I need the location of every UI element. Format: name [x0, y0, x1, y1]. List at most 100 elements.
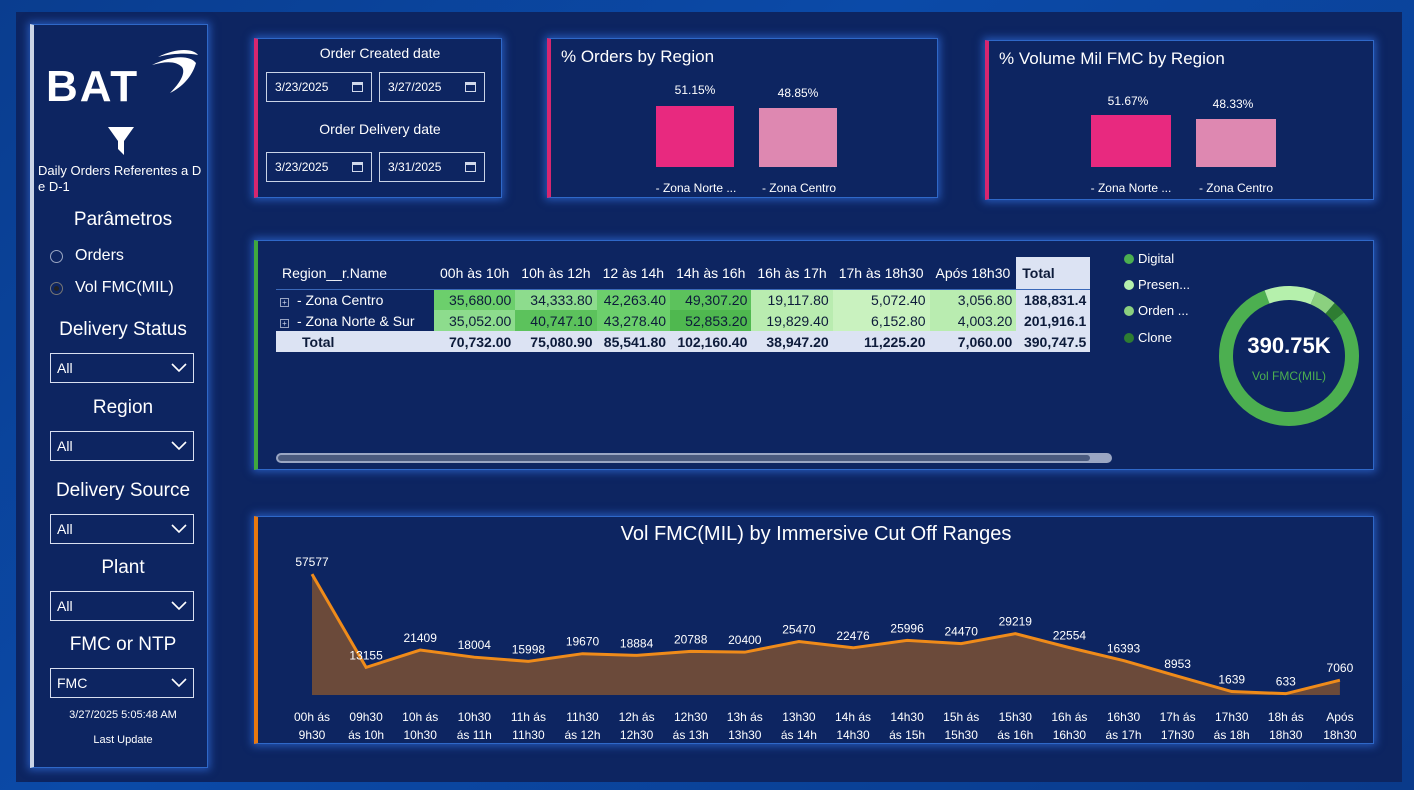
x-tick-label: 11h ás	[511, 710, 546, 724]
column-header[interactable]: 12 às 14h	[596, 257, 671, 290]
x-tick-label: 09h30	[349, 710, 383, 724]
area-fill	[312, 574, 1340, 695]
legend-item-digital[interactable]: Digital	[1124, 251, 1174, 266]
legend-item-presencial[interactable]: Presen...	[1124, 277, 1190, 292]
scrollbar-thumb[interactable]	[278, 455, 1090, 461]
row-total-cell: 201,916.1	[1016, 310, 1091, 331]
dropdown-value: All	[57, 360, 73, 376]
column-header[interactable]: 14h às 16h	[670, 257, 752, 290]
legend-swatch	[1124, 305, 1134, 316]
data-label: 18004	[458, 638, 492, 652]
radio-circle-selected[interactable]	[50, 281, 63, 295]
bar-zona-norte[interactable]	[1091, 115, 1171, 167]
x-tick-label: 10h30	[458, 710, 492, 724]
x-tick-label: ás 18h	[1214, 728, 1250, 742]
orders-by-region-card: % Orders by Region 51.15% 48.85% - Zona …	[547, 38, 938, 198]
donut-center-label: Vol FMC(MIL)	[1251, 369, 1326, 383]
column-header[interactable]: Após 18h30	[929, 257, 1017, 290]
bat-logo: BAT	[46, 50, 198, 111]
table-cell: 11,225.20	[832, 331, 930, 352]
x-tick-label: 17h30	[1215, 710, 1249, 724]
x-tick-label: ás 14h	[781, 728, 817, 742]
fmc-or-ntp-dropdown[interactable]: FMC	[50, 668, 194, 698]
table-row[interactable]: + - Zona Centro 35,680.00 34,333.80 42,263.4…	[276, 289, 1091, 310]
x-tick-label: 10h ás	[402, 710, 438, 724]
x-tick-label: 18h ás	[1268, 710, 1304, 724]
data-label: 633	[1276, 675, 1296, 689]
calendar-icon[interactable]	[465, 82, 476, 92]
bar-zona-norte[interactable]	[656, 105, 734, 167]
radio-vol-fmc[interactable]: Vol FMC(MIL)	[50, 279, 174, 297]
table-cell: 75,080.90	[515, 331, 597, 352]
data-label: 22476	[836, 629, 870, 643]
delivery-status-label: Delivery Status	[59, 319, 187, 340]
donut-slice[interactable]	[1325, 302, 1344, 322]
bar-value-label: 48.33%	[1212, 97, 1254, 111]
delivery-status-dropdown[interactable]: All	[50, 353, 194, 383]
x-tick-label: 16h30	[1107, 710, 1141, 724]
date-value: 3/23/2025	[275, 80, 329, 94]
delivery-source-dropdown[interactable]: All	[50, 514, 194, 544]
filter-icon[interactable]	[106, 125, 136, 157]
x-tick-label: 15h30	[945, 728, 979, 742]
delivery-date-from-input[interactable]: 3/23/2025	[266, 152, 372, 182]
chevron-down-icon	[171, 601, 187, 611]
table-total-row[interactable]: Total 70,732.00 75,080.90 85,541.80 102,160.…	[276, 331, 1091, 352]
x-tick-label: 11h30	[512, 728, 545, 742]
delivery-date-to-input[interactable]: 3/31/2025	[379, 152, 485, 182]
legend-label: Digital	[1138, 251, 1175, 266]
table-row[interactable]: + - Zona Norte & Sur 35,052.00 40,747.10 43,…	[276, 310, 1091, 331]
dropdown-value: All	[57, 521, 73, 537]
x-tick-label: 10h30	[404, 728, 438, 742]
column-header[interactable]: 10h às 12h	[515, 257, 597, 290]
x-tick-label: ás 17h	[1105, 728, 1141, 742]
calendar-icon[interactable]	[352, 162, 363, 172]
x-tick-label: 9h30	[299, 728, 326, 742]
legend-item-clone[interactable]: Clone	[1124, 330, 1172, 345]
column-header[interactable]: 00h às 10h	[434, 257, 516, 290]
x-tick-label: 12h30	[620, 728, 654, 742]
row-label: - Zona Centro	[297, 291, 384, 308]
sidebar-subtitle: Daily Orders Referentes a D e D-1	[38, 163, 202, 194]
radio-orders[interactable]: Orders	[50, 247, 124, 265]
x-tick-label: 14h ás	[835, 710, 871, 724]
date-value: 3/31/2025	[388, 160, 442, 174]
legend-label: Clone	[1138, 330, 1172, 345]
svg-text:BAT: BAT	[46, 62, 139, 111]
legend-item-orden[interactable]: Orden ...	[1124, 303, 1189, 318]
expand-icon[interactable]: +	[280, 297, 289, 307]
chevron-down-icon	[171, 363, 187, 373]
table-cell: 19,117.80	[751, 289, 833, 310]
parametros-label: Parâmetros	[73, 209, 173, 230]
date-filter-card: Order Created date 3/23/2025 3/27/2025 O…	[254, 38, 502, 198]
column-header[interactable]: 16h às 17h	[751, 257, 833, 290]
table-cell: 6,152.80	[832, 310, 930, 331]
horizontal-scrollbar[interactable]	[276, 453, 1112, 463]
table-cell: 42,263.40	[596, 289, 671, 310]
x-tick-label: ás 13h	[673, 728, 709, 742]
radio-circle[interactable]	[50, 249, 63, 263]
calendar-icon[interactable]	[465, 162, 476, 172]
x-tick-label: 13h30	[782, 710, 816, 724]
dropdown-value: FMC	[57, 675, 88, 691]
donut-slice[interactable]	[1310, 291, 1335, 314]
column-header[interactable]: Region__r.Name	[276, 257, 434, 290]
column-header[interactable]: 17h às 18h30	[832, 257, 930, 290]
date-value: 3/27/2025	[388, 80, 442, 94]
expand-icon[interactable]: +	[280, 318, 289, 328]
data-label: 1639	[1218, 673, 1245, 687]
data-label: 19670	[566, 635, 600, 649]
data-label: 29219	[999, 615, 1033, 629]
calendar-icon[interactable]	[352, 82, 363, 92]
legend-label: Orden ...	[1138, 303, 1189, 318]
created-date-from-input[interactable]: 3/23/2025	[266, 72, 372, 102]
plant-dropdown[interactable]: All	[50, 591, 194, 621]
donut-slice[interactable]	[1264, 286, 1317, 305]
area-chart[interactable]: 57577 00h ás 9h30 13155 09h30 ás 10h 21409 10h …	[258, 517, 1374, 743]
bar-zona-centro[interactable]	[759, 108, 837, 167]
bar-zona-centro[interactable]	[1196, 118, 1276, 167]
region-dropdown[interactable]: All	[50, 431, 194, 461]
created-date-to-input[interactable]: 3/27/2025	[379, 72, 485, 102]
column-header-total[interactable]: Total	[1016, 257, 1091, 290]
x-tick-label: ás 15h	[889, 728, 925, 742]
